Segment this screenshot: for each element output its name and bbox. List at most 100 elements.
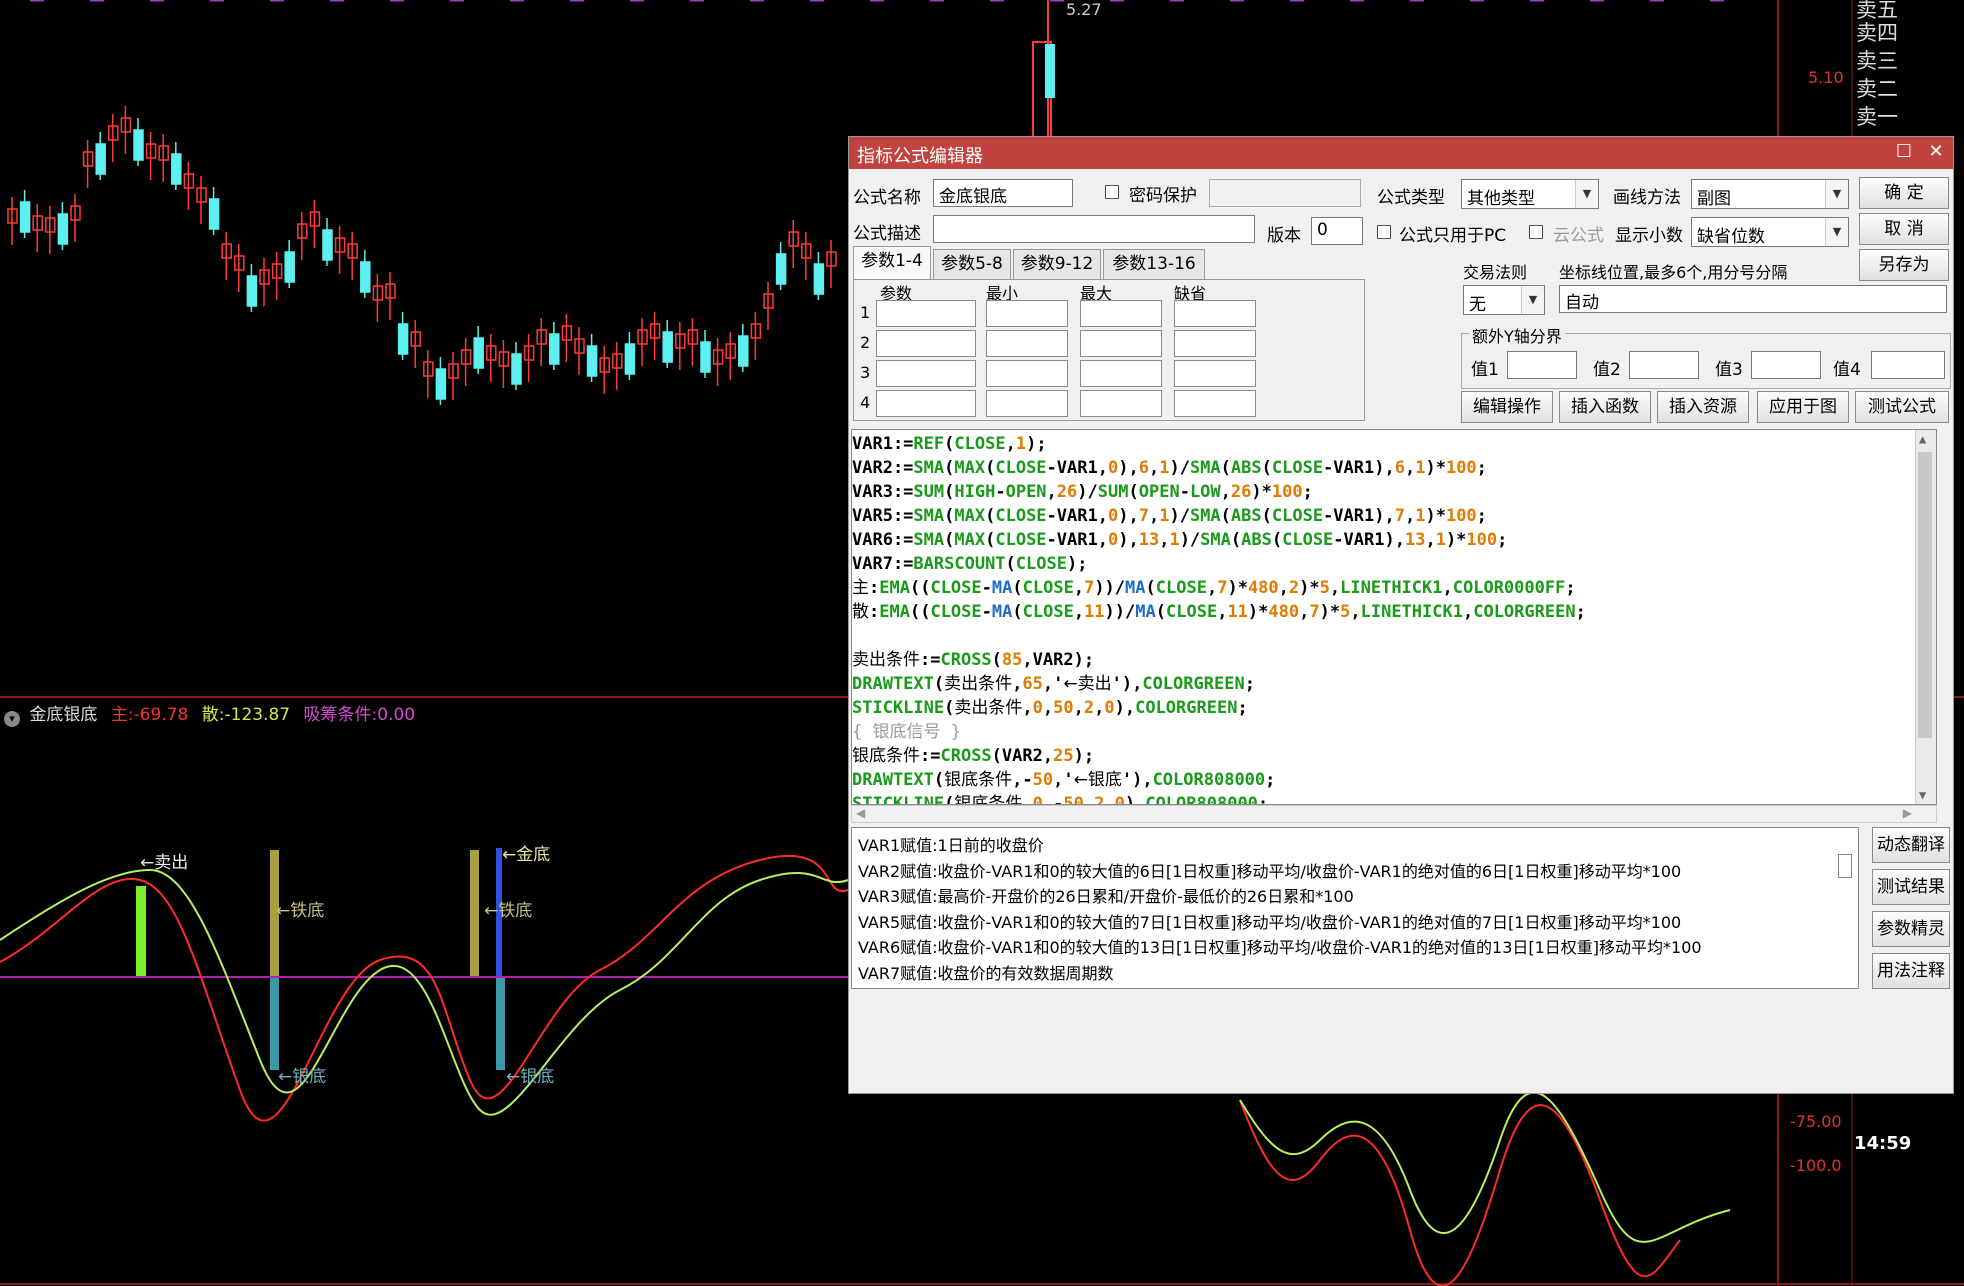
- code-token: ,: [1220, 482, 1231, 502]
- decimals-select[interactable]: 缺省位数 ▼: [1691, 217, 1849, 247]
- tab-params-13-16[interactable]: 参数13-16: [1103, 249, 1205, 279]
- scroll-right-icon[interactable]: ▶: [1903, 806, 1912, 820]
- close-icon[interactable]: ✕: [1923, 140, 1949, 164]
- dynamic-translate-button[interactable]: 动态翻译: [1872, 827, 1950, 863]
- test-results-button[interactable]: 测试结果: [1872, 869, 1950, 905]
- code-token: 50: [1032, 770, 1054, 790]
- val3-input[interactable]: [1751, 351, 1821, 379]
- param-max-input[interactable]: [1080, 300, 1162, 327]
- code-token: ;: [1237, 698, 1248, 718]
- param-default-input[interactable]: [1174, 300, 1256, 327]
- code-token: VAR3:=: [852, 482, 914, 502]
- translation-pane[interactable]: VAR1赋值:1日前的收盘价 VAR2赋值:收盘价-VAR1和0的较大值的6日[1…: [851, 827, 1859, 989]
- coord-input[interactable]: 自动: [1559, 285, 1947, 313]
- chevron-down-icon[interactable]: ▼: [1825, 180, 1848, 208]
- orderbook-sell4: 卖四: [1856, 21, 1898, 45]
- formula-name-input[interactable]: 金底银底: [933, 179, 1073, 207]
- code-token: 2: [1094, 794, 1105, 805]
- ok-button[interactable]: 确 定: [1859, 177, 1949, 209]
- usage-notes-button[interactable]: 用法注释: [1872, 953, 1950, 989]
- collapse-icon[interactable]: ▾: [4, 711, 20, 727]
- param-wizard-button[interactable]: 参数精灵: [1872, 911, 1950, 947]
- param-max-input[interactable]: [1080, 390, 1162, 417]
- code-token: 1: [1159, 458, 1170, 478]
- password-label: 密码保护: [1129, 186, 1197, 206]
- param-row-number: 4: [860, 393, 871, 412]
- param-name-input[interactable]: [876, 360, 976, 387]
- formula-type-select[interactable]: 其他类型 ▼: [1461, 179, 1599, 209]
- draw-method-select[interactable]: 副图 ▼: [1691, 179, 1849, 209]
- val2-input[interactable]: [1629, 351, 1699, 379]
- pc-only-checkbox[interactable]: [1377, 225, 1391, 239]
- cloud-checkbox[interactable]: [1529, 225, 1543, 239]
- code-token: -: [995, 482, 1006, 502]
- code-token: )/: [1077, 482, 1098, 502]
- version-input[interactable]: 0: [1311, 217, 1363, 245]
- param-min-input[interactable]: [986, 390, 1068, 417]
- code-token: (: [944, 530, 955, 550]
- password-input[interactable]: [1209, 179, 1361, 207]
- param-name-input[interactable]: [876, 300, 976, 327]
- code-token: ,: [1094, 698, 1105, 718]
- code-token: ),: [1124, 794, 1146, 805]
- insert-function-button[interactable]: 插入函数: [1559, 391, 1651, 423]
- edit-action-button[interactable]: 编辑操作: [1461, 391, 1553, 423]
- code-editor[interactable]: VAR1:=REF(CLOSE,1); VAR2:=SMA(MAX(CLOSE-V…: [851, 429, 1937, 805]
- val1-input[interactable]: [1507, 351, 1577, 379]
- code-token: 银底条件: [954, 794, 1023, 805]
- param-min-input[interactable]: [986, 330, 1068, 357]
- insert-resource-button[interactable]: 插入资源: [1657, 391, 1749, 423]
- code-token: ,: [1425, 530, 1436, 550]
- param-name-input[interactable]: [876, 330, 976, 357]
- code-token: ;: [1265, 770, 1276, 790]
- code-token: 0: [1107, 458, 1119, 478]
- code-token: 0: [1032, 698, 1043, 718]
- param-default-input[interactable]: [1174, 360, 1256, 387]
- cancel-button[interactable]: 取 消: [1859, 213, 1949, 245]
- candle-body: [284, 251, 295, 283]
- dialog-titlebar[interactable]: 指标公式编辑器 ☐ ✕: [849, 137, 1953, 169]
- formula-desc-input[interactable]: [933, 215, 1255, 243]
- chevron-down-icon[interactable]: ▼: [1575, 180, 1598, 208]
- param-default-input[interactable]: [1174, 330, 1256, 357]
- scroll-left-icon[interactable]: ◀: [856, 806, 865, 820]
- code-vertical-scrollbar[interactable]: ▲ ▼: [1915, 430, 1936, 804]
- tab-params-1-4[interactable]: 参数1-4: [853, 246, 931, 279]
- scroll-down-icon[interactable]: ▼: [1919, 788, 1926, 802]
- code-token: DRAWTEXT: [852, 674, 934, 694]
- axis-tick-100: -100.0: [1790, 1156, 1842, 1175]
- candle-body: [738, 335, 749, 367]
- param-max-input[interactable]: [1080, 330, 1162, 357]
- scroll-thumb[interactable]: [1918, 452, 1932, 738]
- chevron-down-icon[interactable]: ▼: [1825, 218, 1848, 246]
- param-min-input[interactable]: [986, 360, 1068, 387]
- param-max-input[interactable]: [1080, 360, 1162, 387]
- translation-scroll-thumb[interactable]: [1838, 854, 1852, 878]
- candle-body: [473, 337, 484, 369]
- code-token: -VAR1,: [1046, 530, 1108, 550]
- code-token: (: [991, 650, 1002, 670]
- iron-stick: [470, 850, 479, 976]
- code-token: ,: [1046, 482, 1057, 502]
- code-token: 11: [1227, 602, 1248, 622]
- code-token: (: [1220, 458, 1231, 478]
- chevron-down-icon[interactable]: ▼: [1521, 286, 1544, 314]
- code-token: ,': [1042, 674, 1064, 694]
- scroll-up-icon[interactable]: ▲: [1919, 432, 1926, 446]
- param-default-input[interactable]: [1174, 390, 1256, 417]
- code-line: VAR2:=SMA(MAX(CLOSE-VAR1,0),6,1)/SMA(ABS…: [852, 456, 1487, 480]
- param-min-input[interactable]: [986, 300, 1068, 327]
- maximize-icon[interactable]: ☐: [1891, 140, 1917, 164]
- tab-params-9-12[interactable]: 参数9-12: [1013, 249, 1101, 279]
- apply-to-chart-button[interactable]: 应用于图: [1757, 391, 1849, 423]
- val4-input[interactable]: [1871, 351, 1945, 379]
- trade-rule-select[interactable]: 无 ▼: [1463, 285, 1545, 315]
- save-as-button[interactable]: 另存为: [1859, 249, 1949, 281]
- param-name-input[interactable]: [876, 390, 976, 417]
- formula-editor-dialog[interactable]: 指标公式编辑器 ☐ ✕ 公式名称 金底银底 密码保护 公式类型 其他类型 ▼ 画…: [848, 136, 1954, 1094]
- tab-params-5-8[interactable]: 参数5-8: [933, 249, 1011, 279]
- code-token: ),: [1118, 530, 1139, 550]
- test-formula-button[interactable]: 测试公式: [1855, 391, 1949, 423]
- code-horizontal-scrollbar[interactable]: ◀ ▶: [851, 805, 1937, 823]
- password-checkbox[interactable]: [1105, 185, 1119, 199]
